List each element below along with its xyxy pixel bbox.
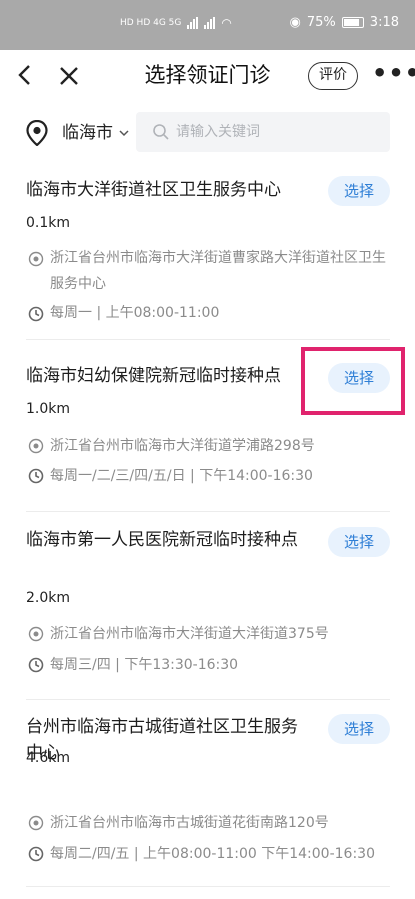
close-icon[interactable] (56, 60, 82, 90)
clinic-address: 浙江省台州市临海市大洋街道大洋街道375号 (50, 626, 329, 642)
clinic-address: 浙江省台州市临海市大洋街道学浦路298号 (50, 438, 315, 454)
nav-bar: 选择领证门诊 评价 ••• (0, 50, 415, 102)
signal-icon (187, 17, 199, 29)
status-right: ◉ 75% 3:18 (290, 15, 399, 30)
divider (26, 339, 390, 340)
network-label: HD HD 4G 5G (120, 18, 182, 28)
location-pin-icon (26, 120, 48, 146)
clock-icon (28, 657, 44, 673)
status-left: HD HD 4G 5G ◠ (120, 16, 232, 30)
wifi-icon: ◠ (221, 16, 232, 30)
divider (26, 886, 390, 887)
select-button[interactable]: 选择 (328, 714, 390, 744)
highlight-box (301, 347, 405, 415)
location-icon (28, 251, 44, 267)
clock-icon (28, 468, 44, 484)
search-input[interactable]: 请输入关键词 (136, 112, 390, 152)
location-icon (28, 438, 44, 454)
clinic-address: 浙江省台州市临海市古城街道花街南路120号 (50, 815, 329, 831)
search-bar: 临海市 请输入关键词 (0, 102, 415, 162)
search-icon (153, 124, 169, 140)
clock: 3:18 (369, 15, 399, 30)
battery-icon (341, 17, 364, 28)
rate-button[interactable]: 评价 (308, 62, 358, 90)
location-icon (28, 815, 44, 831)
clinic-distance: 0.1km (26, 215, 71, 231)
signal-icon-2 (204, 17, 216, 29)
clinic-hours: 每周一/二/三/四/五/日 | 下午14:00-16:30 (50, 468, 313, 484)
page-title: 选择领证门诊 (144, 63, 271, 87)
clinic-name: 临海市第一人民医院新冠临时接种点 (26, 530, 298, 550)
divider (26, 511, 390, 512)
eye-icon: ◉ (289, 15, 301, 30)
search-placeholder: 请输入关键词 (176, 124, 260, 140)
city-selector[interactable]: 临海市 (62, 122, 113, 144)
clinic-name: 临海市大洋街道社区卫生服务中心 (26, 180, 281, 200)
clinic-hours: 每周一 | 上午08:00-11:00 (50, 305, 220, 321)
clock-icon (28, 846, 44, 862)
select-button[interactable]: 选择 (328, 527, 390, 557)
clinic-hours: 每周三/四 | 下午13:30-16:30 (50, 657, 239, 673)
clinic-hours: 每周二/四/五 | 上午08:00-11:00 下午14:00-16:30 (50, 846, 375, 862)
battery-percent: 75% (306, 15, 336, 30)
clinic-distance: 1.0km (26, 401, 71, 417)
clinic-name: 临海市妇幼保健院新冠临时接种点 (26, 366, 281, 386)
back-icon[interactable] (12, 62, 38, 88)
clinic-distance: 4.6km (26, 750, 71, 766)
location-icon (28, 626, 44, 642)
select-button[interactable]: 选择 (328, 176, 390, 206)
divider (26, 699, 390, 700)
chevron-down-icon[interactable] (118, 122, 130, 146)
clinic-address: 浙江省台州市临海市大洋街道曹家路大洋街道社区卫生服务中心 (50, 250, 386, 292)
more-menu-icon[interactable]: ••• (372, 61, 415, 90)
status-bar: HD HD 4G 5G ◠ ◉ 75% 3:18 (0, 0, 415, 50)
clinic-distance: 2.0km (26, 590, 71, 606)
clock-icon (28, 306, 44, 322)
